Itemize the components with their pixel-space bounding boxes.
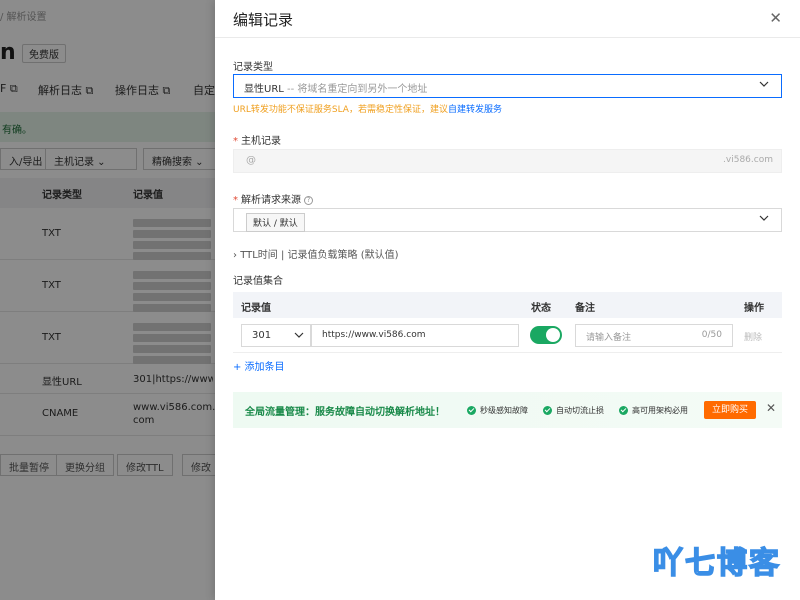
redirect-code-select[interactable]: 301	[241, 324, 311, 347]
modal-overlay[interactable]	[0, 0, 215, 600]
record-type-label: 记录类型	[233, 62, 273, 73]
values-label: 记录值集合	[233, 276, 283, 287]
chevron-down-icon	[294, 332, 304, 338]
banner-title: 全局流量管理：服务故障自动切换解析地址！	[245, 407, 445, 418]
self-built-forward-link[interactable]: 自建转发服务	[448, 105, 502, 115]
host-input[interactable]: @ .vi586.com	[233, 149, 782, 173]
buy-now-button[interactable]: 立即购买	[704, 401, 756, 419]
values-table-header: 记录值 状态 备注 操作	[233, 292, 782, 318]
chevron-down-icon	[759, 215, 769, 221]
record-type-select[interactable]: 显性URL -- 将域名重定向到另外一个地址	[233, 74, 782, 98]
drawer-header: 编辑记录 ✕	[215, 0, 800, 38]
banner-feature: 高可用架构必用	[619, 405, 688, 416]
banner-feature: 自动切流止损	[543, 405, 604, 416]
add-item-button[interactable]: + 添加条目	[233, 358, 285, 373]
host-label: * 主机记录	[233, 136, 281, 147]
check-icon	[619, 406, 628, 415]
drawer-title: 编辑记录	[233, 11, 294, 29]
promo-banner: 全局流量管理：服务故障自动切换解析地址！ 秒级感知故障 自动切流止损 高可用架构…	[233, 392, 782, 428]
chevron-down-icon	[759, 81, 769, 87]
url-input[interactable]: https://www.vi586.com	[311, 324, 519, 347]
check-icon	[467, 406, 476, 415]
watermark-text: 吖七博客	[652, 545, 781, 582]
delete-button[interactable]: 删除	[744, 330, 762, 343]
remark-input[interactable]: 请输入备注 0/50	[575, 324, 733, 347]
close-icon[interactable]: ✕	[769, 9, 782, 27]
ttl-advanced-toggle[interactable]: › TTL时间 | 记录值负载策略 (默认值)	[233, 246, 399, 261]
check-icon	[543, 406, 552, 415]
source-select[interactable]: 默认 / 默认	[233, 208, 782, 232]
status-toggle[interactable]	[530, 326, 562, 344]
source-tag: 默认 / 默认	[246, 213, 305, 232]
chevron-right-icon: ›	[233, 250, 237, 261]
close-icon[interactable]: ✕	[766, 401, 776, 415]
sla-warning: URL转发功能不保证服务SLA，若需稳定性保证，建议自建转发服务	[233, 105, 502, 115]
help-icon[interactable]: ?	[304, 195, 313, 205]
banner-feature: 秒级感知故障	[467, 405, 528, 416]
source-label: * 解析请求来源?	[233, 191, 313, 206]
edit-record-drawer: 编辑记录 ✕ 记录类型 显性URL -- 将域名重定向到另外一个地址 URL转发…	[215, 0, 800, 600]
values-table-row: 301 https://www.vi586.com 请输入备注 0/50 删除	[233, 318, 782, 353]
